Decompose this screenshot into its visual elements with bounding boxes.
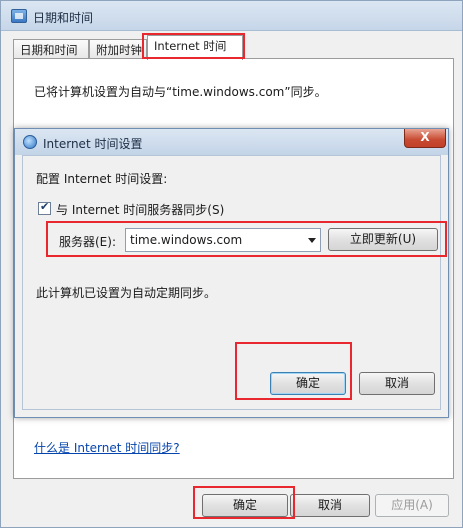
internet-time-settings-dialog: Internet 时间设置 X 配置 Internet 时间设置: ✔ 与 In… <box>14 128 449 418</box>
window-titlebar[interactable]: 日期和时间 <box>1 1 462 31</box>
server-label: 服务器(E): <box>59 235 116 249</box>
ok-button[interactable]: 确定 <box>202 494 288 517</box>
dialog-body: 配置 Internet 时间设置: ✔ 与 Internet 时间服务器同步(S… <box>22 155 441 410</box>
dialog-cancel-button[interactable]: 取消 <box>359 372 435 395</box>
dropdown-arrow-icon[interactable] <box>308 238 316 243</box>
clock-calendar-icon <box>11 9 27 23</box>
auto-sync-note: 此计算机已设置为自动定期同步。 <box>36 286 217 300</box>
tab-additional-clocks[interactable]: 附加时钟 <box>89 39 147 59</box>
dialog-titlebar[interactable]: Internet 时间设置 X <box>15 129 448 155</box>
globe-clock-icon <box>23 135 37 149</box>
dialog-ok-button[interactable]: 确定 <box>270 372 346 395</box>
internet-time-help-link[interactable]: 什么是 Internet 时间同步? <box>34 439 180 456</box>
cancel-button[interactable]: 取消 <box>290 494 370 517</box>
config-label: 配置 Internet 时间设置: <box>36 172 168 186</box>
sync-checkbox[interactable]: ✔ <box>38 200 51 215</box>
server-select-value: time.windows.com <box>130 233 243 247</box>
checkmark-icon: ✔ <box>40 200 50 213</box>
tab-bar: 日期和时间 附加时钟 Internet 时间 <box>13 31 453 60</box>
tab-internet-time[interactable]: Internet 时间 <box>147 35 243 60</box>
server-select[interactable]: time.windows.com <box>125 228 321 252</box>
sync-status-text: 已将计算机设置为自动与“time.windows.com”同步。 <box>34 85 327 99</box>
apply-button[interactable]: 应用(A) <box>375 494 449 517</box>
window-title: 日期和时间 <box>33 11 94 25</box>
update-now-button[interactable]: 立即更新(U) <box>328 228 438 251</box>
dialog-title: Internet 时间设置 <box>43 137 143 151</box>
sync-checkbox-label[interactable]: 与 Internet 时间服务器同步(S) <box>56 201 224 218</box>
tab-date-time[interactable]: 日期和时间 <box>13 39 89 59</box>
close-button[interactable]: X <box>404 129 446 148</box>
close-icon: X <box>420 130 430 144</box>
